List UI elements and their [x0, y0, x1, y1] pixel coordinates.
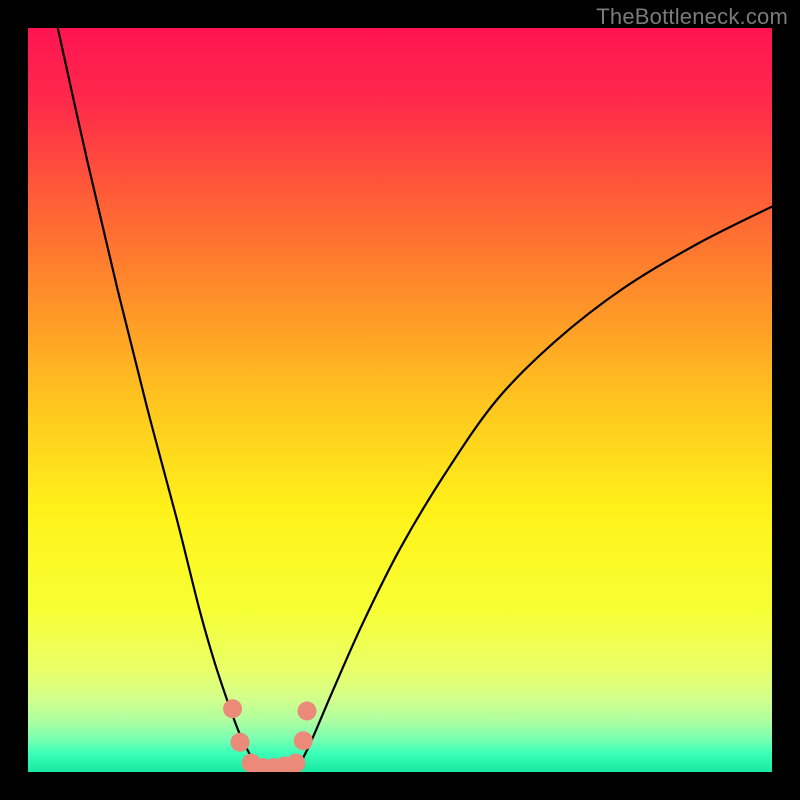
dip-marker	[223, 699, 242, 718]
watermark-text: TheBottleneck.com	[596, 4, 788, 30]
dip-marker	[294, 731, 313, 750]
chart-frame	[28, 28, 772, 772]
plot-area	[28, 28, 772, 772]
dip-marker	[286, 754, 305, 772]
chart-svg	[28, 28, 772, 772]
gradient-background	[28, 28, 772, 772]
dip-marker	[231, 733, 250, 752]
dip-marker	[298, 701, 317, 720]
